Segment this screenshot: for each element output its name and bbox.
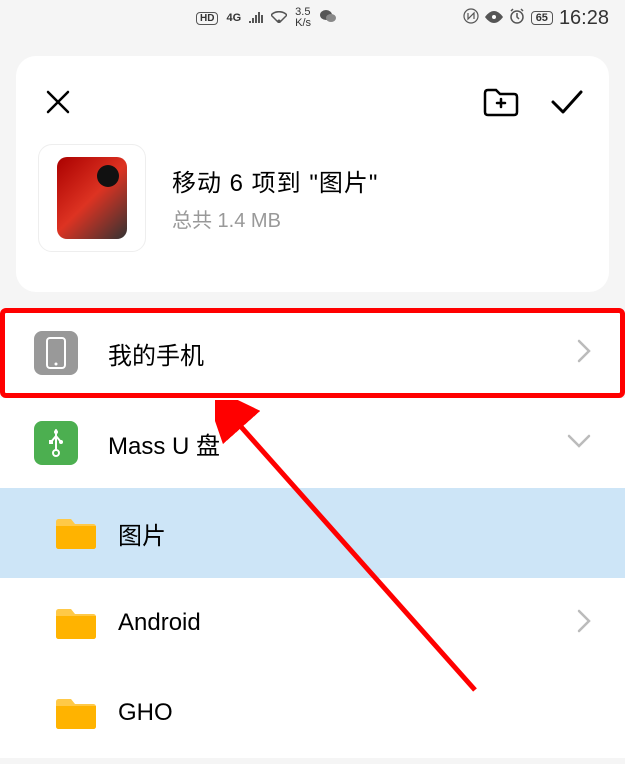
folder-item-android[interactable]: Android [0,578,625,668]
folder-icon [54,601,98,645]
hd-badge: HD [196,12,218,25]
usb-icon [34,421,78,465]
network-4g-icon: 4G [226,12,241,24]
move-dialog-card: 移动 6 项到 "图片" 总共 1.4 MB [16,56,609,292]
folder-icon [54,511,98,555]
close-button[interactable] [38,82,78,122]
folder-item-pictures[interactable]: 图片 [0,488,625,578]
eye-icon [485,10,503,27]
chevron-down-icon [567,434,591,453]
battery-indicator: 65 [531,11,553,25]
signal-bars-icon [249,10,263,27]
nfc-icon [463,8,479,28]
move-subtitle: 总共 1.4 MB [172,204,378,233]
folder-item-label: 图片 [118,516,591,551]
phone-icon [34,331,78,375]
wifi-icon [271,10,287,27]
storage-item-phone[interactable]: 我的手机 [0,308,625,398]
move-title: 移动 6 项到 "图片" [172,163,378,198]
thumbnail-preview [38,144,146,252]
new-folder-icon [481,85,521,119]
move-info-section: 移动 6 项到 "图片" 总共 1.4 MB [38,130,587,292]
close-icon [44,88,72,116]
wechat-icon [319,8,337,28]
folder-icon [54,691,98,735]
folder-item-label: GHO [118,699,591,727]
folder-item-gho[interactable]: GHO [0,668,625,758]
status-bar: HD 4G 3.5K/s 65 16:28 [0,0,625,36]
confirm-button[interactable] [547,82,587,122]
network-speed: 3.5K/s [295,7,311,29]
storage-item-label: 我的手机 [108,336,577,371]
checkmark-icon [549,88,585,116]
new-folder-button[interactable] [481,82,521,122]
alarm-icon [509,8,525,28]
storage-item-usb[interactable]: Mass U 盘 [0,398,625,488]
card-header [38,56,587,130]
storage-list: 我的手机 Mass U 盘 图片 Android GHO [0,308,625,758]
clock-time: 16:28 [559,7,609,30]
folder-item-label: Android [118,609,577,637]
chevron-right-icon [577,609,591,638]
storage-item-label: Mass U 盘 [108,426,567,461]
chevron-right-icon [577,339,591,368]
